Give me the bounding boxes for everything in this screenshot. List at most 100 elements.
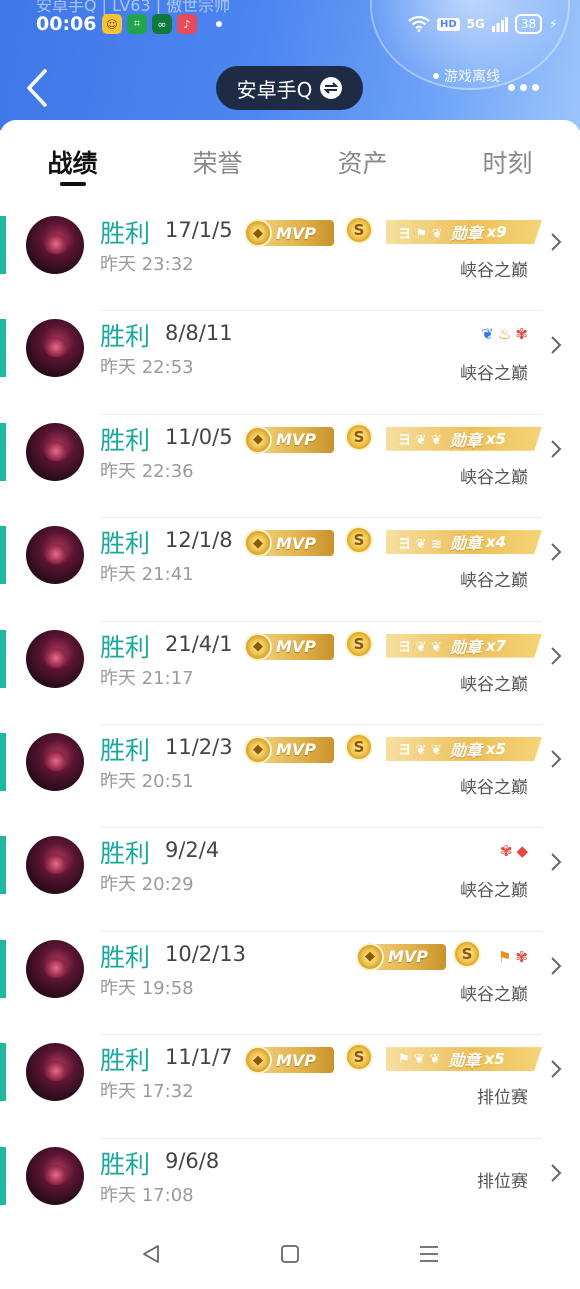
battery-icon: 38 <box>514 14 543 34</box>
hero-avatar <box>26 319 84 378</box>
chevron-right-icon <box>551 543 562 561</box>
s-rank-badge: S <box>345 216 373 244</box>
medal-badge: ヨ ⚑ ❦ 勋章 x9 <box>386 220 542 244</box>
win-indicator-bar <box>0 732 6 791</box>
s-rank-badge: S <box>345 422 373 451</box>
medal-count: x4 <box>485 533 506 552</box>
account-switcher[interactable]: 安卓手Q <box>216 66 363 110</box>
hero-avatar <box>26 732 84 791</box>
medal-label: 勋章 <box>450 224 483 243</box>
medal-badge: ヨ ❦ ❦ 勋章 x7 <box>386 633 542 658</box>
win-indicator-bar <box>0 1043 6 1102</box>
match-time: 昨天 20:51 <box>100 770 194 792</box>
match-row[interactable]: 胜利 11/0/5 昨天 22:36 ◆ MVP S ヨ ❦ ❦ 勋章 x5 峡… <box>0 415 580 519</box>
match-mode: 排位赛 <box>477 1088 528 1109</box>
medal-badge: ヨ ❦ ❦ 勋章 x5 <box>386 736 542 761</box>
nav-menu-icon[interactable] <box>418 1243 440 1265</box>
nav-home-icon[interactable] <box>279 1243 301 1265</box>
presence-status: 游戏离线 <box>433 66 500 86</box>
medal-badge: ⚑ ❦ ❦ 勋章 x5 <box>386 1047 542 1072</box>
hero-avatar <box>26 939 84 998</box>
match-row[interactable]: 胜利 12/1/8 昨天 21:41 ◆ MVP S ヨ ❦ ≋ 勋章 x4 峡… <box>0 518 580 622</box>
win-indicator-bar <box>0 216 6 274</box>
match-row[interactable]: 胜利 8/8/11 昨天 22:53 ❦ ♨ ✾ 峡谷之巅 <box>0 311 580 415</box>
mvp-label: MVP <box>276 533 317 553</box>
medal-label: 勋章 <box>449 534 482 554</box>
match-time: 昨天 17:08 <box>100 1184 194 1206</box>
medal-count: x9 <box>486 223 507 241</box>
presence-text: 游戏离线 <box>444 69 500 85</box>
hero-avatar <box>26 422 84 481</box>
mvp-coin-icon: ◆ <box>244 735 272 764</box>
match-mode: 峡谷之巅 <box>460 261 528 281</box>
tab-assets[interactable]: 资产 <box>290 120 435 208</box>
tab-active-indicator <box>59 182 86 186</box>
match-result: 胜利 <box>100 219 151 248</box>
match-row[interactable]: 胜利 9/2/4 昨天 20:29 ✾ ◆ 峡谷之巅 <box>0 828 580 932</box>
more-options-button[interactable] <box>508 84 539 91</box>
match-kda: 10/2/13 <box>165 941 246 966</box>
match-kda: 9/2/4 <box>165 838 220 863</box>
match-kda: 11/2/3 <box>165 734 233 759</box>
match-kda: 17/1/5 <box>165 218 233 242</box>
match-row[interactable]: 胜利 11/1/7 昨天 17:32 ◆ MVP S ⚑ ❦ ❦ 勋章 x5 排… <box>0 1035 580 1139</box>
achievement-icon: ✾ <box>515 325 528 344</box>
nav-back-icon[interactable] <box>140 1243 162 1265</box>
status-right: HD 5G 38 ⚡ <box>408 14 558 34</box>
wifi-icon <box>408 16 430 32</box>
match-result: 胜利 <box>100 632 151 662</box>
match-row[interactable]: 胜利 11/2/3 昨天 20:51 ◆ MVP S ヨ ❦ ❦ 勋章 x5 峡… <box>0 725 580 829</box>
tab-moments[interactable]: 时刻 <box>435 120 580 208</box>
medal-mini-icons: ヨ ❦ ❦ <box>398 433 442 449</box>
medal-label: 勋章 <box>449 430 482 450</box>
match-row[interactable]: 胜利 10/2/13 昨天 19:58 ◆ MVP S ⚑ ✾ 峡谷之巅 <box>0 932 580 1036</box>
match-mode: 排位赛 <box>477 1171 528 1192</box>
hero-avatar <box>26 836 84 895</box>
medal-label: 勋章 <box>448 1051 481 1071</box>
medal-badge: ヨ ❦ ❦ 勋章 x5 <box>386 426 542 451</box>
chevron-right-icon <box>551 1163 562 1182</box>
win-indicator-bar <box>0 629 6 688</box>
match-kda: 11/0/5 <box>165 424 233 449</box>
s-rank-badge: S <box>345 732 373 761</box>
match-row[interactable]: 胜利 17/1/5 昨天 23:32 ◆ MVP S ヨ ⚑ ❦ 勋章 x9 峡… <box>0 208 580 312</box>
medal-count: x5 <box>485 429 506 448</box>
hero-avatar <box>26 629 84 688</box>
achievement-icon: ✾ <box>515 947 528 966</box>
match-result: 胜利 <box>100 425 151 455</box>
achievement-icon: ✾ <box>499 842 513 861</box>
win-indicator-bar <box>0 319 6 378</box>
presence-dot <box>433 73 439 79</box>
match-result: 胜利 <box>100 1149 151 1179</box>
hd-icon: HD <box>437 17 460 31</box>
mvp-label: MVP <box>276 740 317 760</box>
match-time: 昨天 17:32 <box>100 1081 194 1103</box>
match-kda: 9/6/8 <box>165 1148 220 1173</box>
match-time: 昨天 22:36 <box>100 460 194 482</box>
status-time: 00:06 <box>36 13 97 35</box>
chevron-right-icon <box>551 853 562 872</box>
back-button[interactable] <box>22 68 52 108</box>
match-time: 昨天 21:17 <box>100 667 194 689</box>
match-row[interactable]: 胜利 21/4/1 昨天 21:17 ◆ MVP S ヨ ❦ ❦ 勋章 x7 峡… <box>0 622 580 725</box>
tab-record[interactable]: 战绩 <box>0 120 145 208</box>
chevron-right-icon <box>551 336 562 355</box>
match-mode: 峡谷之巅 <box>460 467 528 488</box>
achievement-icons: ✾ ◆ <box>500 842 528 860</box>
app-notification-icon: ☺ <box>102 14 122 34</box>
match-result: 胜利 <box>100 942 151 972</box>
tab-honor[interactable]: 荣誉 <box>145 120 290 208</box>
match-time: 昨天 19:58 <box>100 977 194 999</box>
hero-avatar <box>26 1043 84 1102</box>
charging-icon: ⚡ <box>549 17 558 31</box>
medal-label: 勋章 <box>449 637 482 657</box>
achievement-icons: ❦ ♨ ✾ <box>481 325 528 343</box>
match-kda: 21/4/1 <box>165 631 233 656</box>
medal-badge: ヨ ❦ ≋ 勋章 x4 <box>386 530 542 555</box>
match-kda: 12/1/8 <box>165 528 233 553</box>
match-mode: 峡谷之巅 <box>460 674 528 695</box>
more-dot <box>532 84 539 91</box>
mvp-label: MVP <box>388 947 429 967</box>
s-rank-badge: S <box>345 526 373 555</box>
tab-label: 战绩 <box>47 149 98 178</box>
